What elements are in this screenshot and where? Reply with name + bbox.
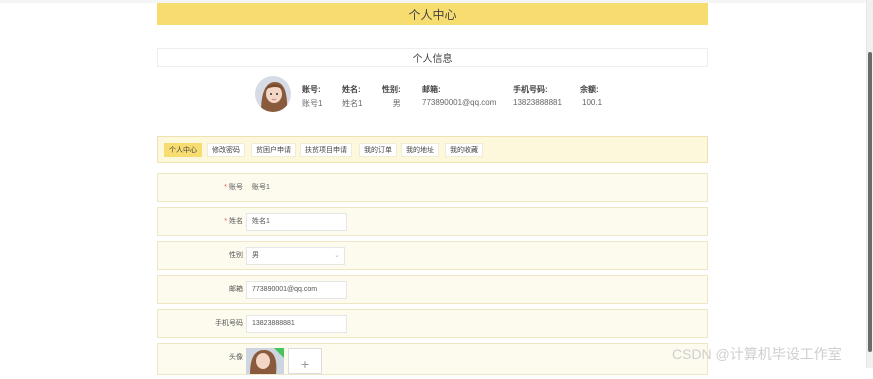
tab-poverty-project-application[interactable]: 扶贫项目申请	[300, 143, 352, 157]
watermark: CSDN @计算机毕设工作室	[672, 346, 842, 362]
profile-field-gender: 性别: 男	[382, 84, 401, 109]
form-row-email: 邮箱 773890001@qq.com	[157, 275, 708, 304]
profile-field-value: 男	[392, 99, 401, 108]
phone-input[interactable]: 13823888881	[246, 315, 347, 333]
check-badge-icon	[274, 348, 284, 358]
account-label-text: 账号	[229, 184, 243, 191]
email-input[interactable]: 773890001@qq.com	[246, 281, 347, 299]
profile-field-name: 姓名: 姓名1	[342, 84, 362, 109]
form-row-phone: 手机号码 13823888881	[157, 309, 708, 338]
profile-field-label: 账号:	[302, 85, 321, 94]
avatar-upload-thumbnail[interactable]	[246, 348, 284, 374]
tab-change-password[interactable]: 修改密码	[207, 143, 245, 157]
profile-field-value: 773890001@qq.com	[422, 98, 497, 107]
profile-section-title: 个人信息	[157, 48, 708, 67]
profile-field-label: 余额:	[580, 85, 599, 94]
name-input[interactable]: 姓名1	[246, 213, 347, 231]
plus-icon: +	[300, 356, 310, 372]
name-label-text: 姓名	[229, 218, 243, 225]
profile-field-email: 邮箱: 773890001@qq.com	[422, 84, 496, 107]
avatar-image	[255, 76, 291, 112]
form-row-name: * 姓名 姓名1	[157, 207, 708, 236]
profile-section-title-text: 个人信息	[412, 54, 453, 65]
profile-field-label: 手机号码:	[513, 85, 548, 94]
phone-label: 手机号码	[215, 320, 243, 327]
profile-field-balance: 余额: 100.1	[580, 84, 602, 107]
avatar	[255, 76, 291, 112]
account-value: 账号1	[252, 184, 270, 191]
gender-label: 性别	[229, 252, 243, 259]
profile-tabs: 个人中心 修改密码 贫困户申请 扶贫项目申请 我的订单 我的地址 我的收藏	[157, 136, 708, 163]
required-mark: *	[224, 218, 227, 225]
vertical-scrollbar[interactable]	[866, 0, 873, 368]
tab-my-orders[interactable]: 我的订单	[359, 143, 397, 157]
required-mark: *	[224, 184, 227, 191]
form-row-account: * 账号 账号1	[157, 173, 708, 202]
tab-personal-center[interactable]: 个人中心	[164, 143, 202, 157]
profile-field-value: 100.1	[582, 98, 603, 107]
gender-select-value: 男	[252, 252, 259, 259]
upload-button[interactable]: +	[288, 348, 322, 374]
profile-field-label: 姓名:	[342, 85, 361, 94]
form-row-gender: 性别 男 ⌄	[157, 241, 708, 270]
page-title: 个人中心	[408, 7, 457, 22]
email-label: 邮箱	[229, 286, 243, 293]
profile-field-label: 性别:	[382, 85, 401, 94]
tab-my-favorites[interactable]: 我的收藏	[445, 143, 483, 157]
page-title-bar: 个人中心	[157, 3, 708, 25]
account-label: * 账号	[158, 174, 243, 201]
profile-field-value: 13823888881	[513, 98, 562, 107]
name-label: * 姓名	[158, 208, 243, 235]
profile-field-value: 姓名1	[342, 99, 363, 108]
chevron-down-icon: ⌄	[334, 252, 340, 259]
profile-field-label: 邮箱:	[422, 85, 441, 94]
gender-select[interactable]: 男 ⌄	[246, 247, 345, 265]
form-row-avatar: 头像 +	[157, 343, 708, 375]
tab-poverty-household-application[interactable]: 贫困户申请	[251, 143, 296, 157]
tab-my-addresses[interactable]: 我的地址	[401, 143, 439, 157]
profile-field-phone: 手机号码: 13823888881	[513, 84, 562, 107]
profile-field-account: 账号: 账号1	[302, 84, 322, 109]
scrollbar-thumb[interactable]	[868, 52, 872, 352]
profile-field-value: 账号1	[302, 99, 323, 108]
avatar-label: 头像	[229, 354, 243, 361]
